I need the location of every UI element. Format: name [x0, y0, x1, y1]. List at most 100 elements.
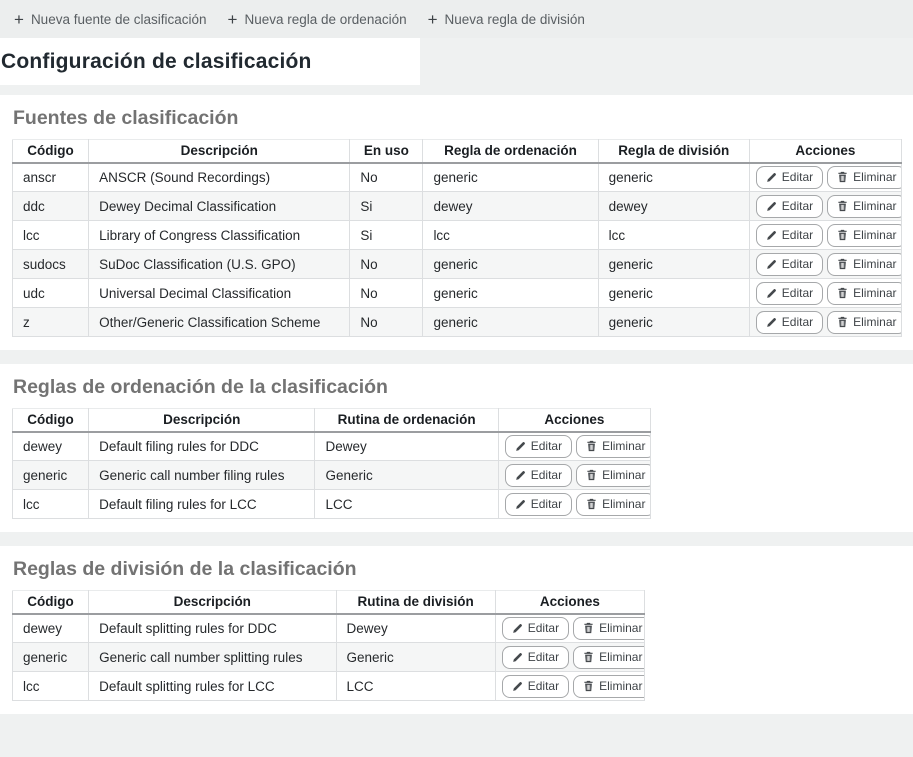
edit-button[interactable]: Editar — [756, 311, 823, 334]
trash-icon — [583, 651, 594, 663]
section-heading: Fuentes de clasificación — [13, 107, 901, 130]
edit-button[interactable]: Editar — [505, 464, 572, 487]
plus-icon: + — [228, 13, 238, 26]
actions-cell: Editar Eliminar — [495, 614, 644, 643]
delete-button-label: Eliminar — [602, 468, 645, 483]
delete-button-label: Eliminar — [599, 679, 642, 694]
table-row: ddcDewey Decimal ClassificationSideweyde… — [13, 192, 902, 221]
actions-cell: EditarEliminar — [498, 490, 650, 519]
actions-cell: Editar Eliminar — [498, 432, 650, 461]
edit-button-label: Editar — [782, 286, 813, 301]
delete-button[interactable]: Eliminar — [576, 435, 650, 458]
column-header: En uso — [350, 140, 423, 163]
table-row: sudocsSuDoc Classification (U.S. GPO)Nog… — [13, 250, 902, 279]
cell: dewey — [423, 192, 598, 221]
delete-button[interactable]: Eliminar — [827, 282, 901, 305]
new-filing-rule-button[interactable]: + Nueva regla de ordenación — [228, 12, 407, 27]
edit-button[interactable]: Editar — [502, 675, 569, 698]
section-heading: Reglas de ordenación de la clasificación — [13, 376, 901, 399]
edit-button[interactable]: Editar — [756, 282, 823, 305]
cell: Si — [350, 221, 423, 250]
cell: Dewey — [315, 432, 498, 461]
cell: generic — [423, 279, 598, 308]
classification-sources-table: CódigoDescripciónEn usoRegla de ordenaci… — [12, 139, 902, 337]
pencil-icon — [766, 201, 777, 212]
table-row: zOther/Generic Classification SchemeNoge… — [13, 308, 902, 337]
cell: generic — [13, 461, 89, 490]
delete-button[interactable]: Eliminar — [573, 617, 644, 640]
cell: Dewey Decimal Classification — [89, 192, 350, 221]
edit-button-label: Editar — [782, 170, 813, 185]
column-header: Acciones — [495, 591, 644, 614]
pencil-icon — [766, 259, 777, 270]
trash-icon — [586, 440, 597, 452]
trash-icon — [837, 316, 848, 328]
column-header: Regla de división — [598, 140, 749, 163]
table-row: lccDefault filing rules for LCCLCCEditar… — [13, 490, 651, 519]
edit-button[interactable]: Editar — [756, 224, 823, 247]
pencil-icon — [515, 499, 526, 510]
column-header: Acciones — [749, 140, 901, 163]
edit-button[interactable]: Editar — [502, 646, 569, 669]
pencil-icon — [512, 623, 523, 634]
trash-icon — [837, 171, 848, 183]
delete-button[interactable]: Eliminar — [576, 464, 650, 487]
title-band: Configuración de clasificación — [0, 38, 913, 85]
cell: LCC — [315, 490, 498, 519]
pencil-icon — [515, 470, 526, 481]
actions-cell: Editar Eliminar — [749, 279, 901, 308]
title-background: Configuración de clasificación — [0, 38, 420, 85]
trash-icon — [837, 258, 848, 270]
cell: Default splitting rules for DDC — [89, 614, 336, 643]
delete-button[interactable]: Eliminar — [576, 493, 650, 516]
cell: lcc — [13, 672, 89, 701]
cell: Generic call number splitting rules — [89, 643, 336, 672]
cell: No — [350, 163, 423, 192]
edit-button[interactable]: Editar — [756, 195, 823, 218]
delete-button[interactable]: Eliminar — [573, 675, 644, 698]
edit-button[interactable]: Editar — [502, 617, 569, 640]
delete-button[interactable]: Eliminar — [827, 166, 901, 189]
column-header: Descripción — [89, 591, 336, 614]
delete-button[interactable]: Eliminar — [573, 646, 644, 669]
delete-button[interactable]: Eliminar — [827, 195, 901, 218]
plus-icon: + — [14, 13, 24, 26]
new-splitting-rule-button[interactable]: + Nueva regla de división — [428, 12, 585, 27]
cell: Default splitting rules for LCC — [89, 672, 336, 701]
cell: dewey — [13, 432, 89, 461]
edit-button[interactable]: Editar — [505, 493, 572, 516]
cell: No — [350, 250, 423, 279]
column-header: Descripción — [89, 140, 350, 163]
cell: generic — [423, 163, 598, 192]
cell: Dewey — [336, 614, 495, 643]
delete-button-label: Eliminar — [853, 315, 896, 330]
cell: lcc — [13, 221, 89, 250]
cell: z — [13, 308, 89, 337]
pencil-icon — [512, 681, 523, 692]
cell: No — [350, 279, 423, 308]
edit-button-label: Editar — [531, 439, 562, 454]
edit-button[interactable]: Editar — [756, 166, 823, 189]
delete-button[interactable]: Eliminar — [827, 224, 901, 247]
delete-button-label: Eliminar — [853, 170, 896, 185]
cell: No — [350, 308, 423, 337]
delete-button[interactable]: Eliminar — [827, 311, 901, 334]
splitting-rules-table: CódigoDescripciónRutina de divisiónAccio… — [12, 590, 645, 701]
plus-icon: + — [428, 13, 438, 26]
delete-button-label: Eliminar — [599, 621, 642, 636]
column-header: Acciones — [498, 409, 650, 432]
edit-button[interactable]: Editar — [756, 253, 823, 276]
delete-button-label: Eliminar — [599, 650, 642, 665]
actions-cell: Editar Eliminar — [749, 163, 901, 192]
delete-button[interactable]: Eliminar — [827, 253, 901, 276]
column-header: Código — [13, 140, 89, 163]
cell: Other/Generic Classification Scheme — [89, 308, 350, 337]
cell: dewey — [598, 192, 749, 221]
header-row: CódigoDescripciónRutina de divisiónAccio… — [13, 591, 645, 614]
trash-icon — [837, 287, 848, 299]
new-classification-source-button[interactable]: + Nueva fuente de clasificación — [14, 12, 207, 27]
cell: ddc — [13, 192, 89, 221]
toolbar: + Nueva fuente de clasificación + Nueva … — [0, 0, 913, 38]
edit-button[interactable]: Editar — [505, 435, 572, 458]
column-header: Rutina de división — [336, 591, 495, 614]
